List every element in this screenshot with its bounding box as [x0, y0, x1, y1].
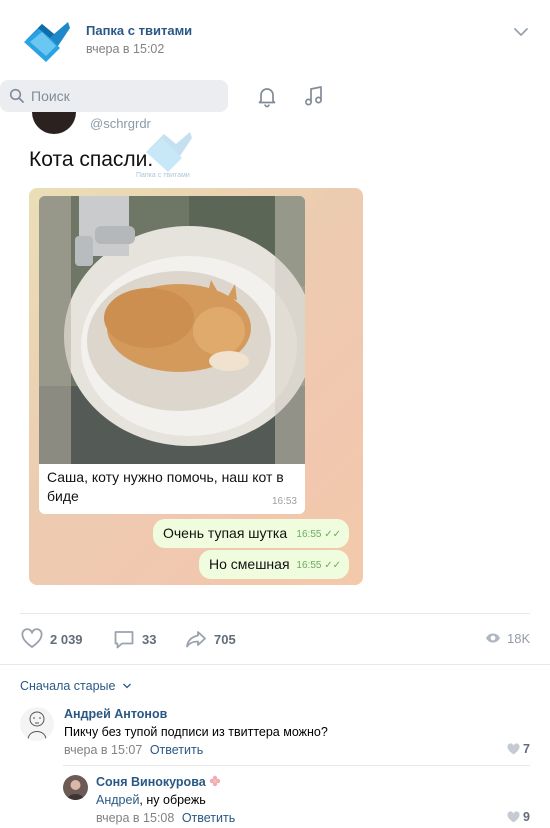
reply-button[interactable]: Ответить	[150, 743, 203, 757]
outgoing-message: Но смешная 16:55 ✓✓	[199, 550, 349, 579]
comment-author[interactable]: Соня Винокурова	[96, 775, 221, 789]
reply-button[interactable]: Ответить	[182, 811, 235, 825]
outgoing-message: Очень тупая шутка 16:55 ✓✓	[153, 519, 349, 548]
watermark-text: Папка с твитами	[136, 172, 190, 179]
like-count: 2 039	[50, 631, 83, 647]
heart-icon	[507, 743, 520, 755]
outgoing-message-text: Очень тупая шутка	[163, 525, 288, 541]
comment-text: Андрей, ну обрежь	[96, 793, 206, 807]
outgoing-message-text: Но смешная	[209, 556, 290, 572]
cat-in-bidet-photo	[39, 196, 305, 464]
avatar[interactable]	[20, 707, 54, 741]
eye-icon	[486, 633, 500, 643]
divider	[0, 664, 550, 665]
chat-screenshot: Саша, коту нужно помочь, наш кот в биде …	[29, 188, 363, 585]
comment-reply: Соня Винокурова Андрей, ну обрежь вчера …	[63, 773, 530, 828]
divider	[20, 613, 530, 614]
mention-link[interactable]: Андрей	[96, 793, 139, 807]
outgoing-message-time: 16:55 ✓✓	[296, 529, 341, 540]
share-button[interactable]: 705	[184, 626, 236, 652]
like-button[interactable]: 2 039	[20, 626, 83, 652]
post-header: Папка с твитами вчера в 15:02	[0, 0, 550, 80]
comment-time[interactable]: вчера в 15:08	[96, 811, 174, 825]
comments-sort-dropdown[interactable]: Сначала старые	[20, 679, 132, 693]
incoming-message-time: 16:53	[271, 496, 297, 507]
comment-author[interactable]: Андрей Антонов	[64, 707, 167, 721]
post-time[interactable]: вчера в 15:02	[86, 42, 164, 56]
tweet-avatar	[32, 112, 76, 134]
post-image[interactable]: @schrgrdr Папка с твитами Кота спасли. С…	[20, 112, 370, 602]
views-count: 18K	[507, 630, 531, 646]
comment-button[interactable]: 33	[112, 626, 156, 652]
views-counter: 18K	[485, 630, 530, 646]
chevron-down-icon	[122, 683, 131, 689]
sort-label: Сначала старые	[20, 679, 116, 693]
incoming-message-text: Саша, коту нужно помочь, наш кот в биде	[47, 469, 284, 504]
search-bar[interactable]	[0, 80, 228, 112]
search-input[interactable]	[31, 80, 221, 112]
music-icon[interactable]	[302, 84, 326, 108]
comment-like-button[interactable]: 9	[507, 810, 530, 824]
heart-icon	[21, 628, 43, 648]
comment-icon	[114, 631, 134, 649]
comment-meta: вчера в 15:08 Ответить	[96, 811, 235, 825]
comment-like-count: 7	[523, 742, 530, 756]
comment-time[interactable]: вчера в 15:07	[64, 743, 142, 757]
outgoing-message-time: 16:55 ✓✓	[296, 560, 341, 571]
bell-icon[interactable]	[255, 84, 279, 108]
comment-like-count: 9	[523, 810, 530, 824]
search-icon	[9, 88, 24, 103]
folder-icon[interactable]	[20, 18, 72, 66]
divider	[63, 765, 530, 766]
comment-meta: вчера в 15:07 Ответить	[64, 743, 203, 757]
chevron-down-icon[interactable]	[511, 24, 531, 40]
tweet-text: Кота спасли.	[29, 148, 154, 171]
avatar[interactable]	[63, 775, 88, 800]
comment-text: Пикчу без тупой подписи из твиттера можн…	[64, 725, 328, 739]
heart-icon	[507, 811, 520, 823]
flower-icon	[209, 775, 220, 787]
share-icon	[186, 631, 206, 648]
incoming-photo-message: Саша, коту нужно помочь, наш кот в биде …	[39, 196, 305, 514]
comment-count: 33	[142, 631, 157, 647]
share-count: 705	[214, 631, 236, 647]
comment: Андрей Антонов Пикчу без тупой подписи и…	[20, 705, 530, 765]
group-name[interactable]: Папка с твитами	[86, 23, 192, 38]
comment-like-button[interactable]: 7	[507, 742, 530, 756]
